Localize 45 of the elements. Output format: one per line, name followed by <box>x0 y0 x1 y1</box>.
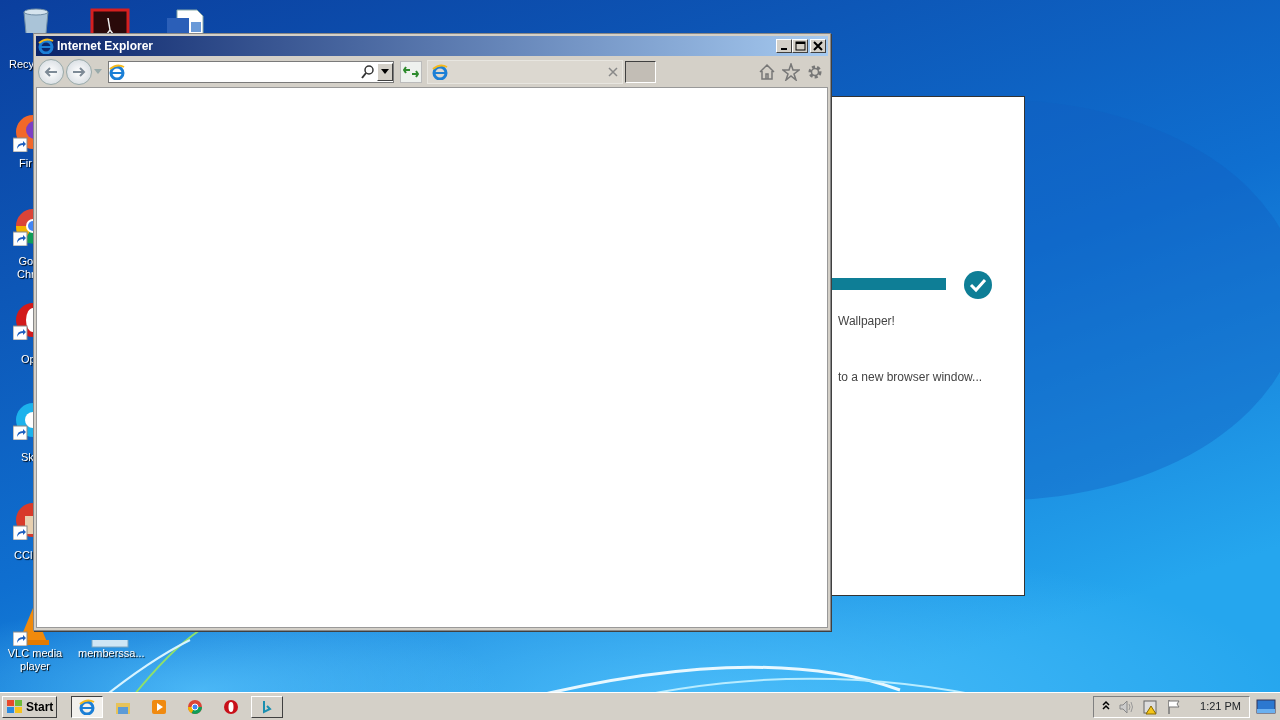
app-icon[interactable] <box>90 8 130 34</box>
icon-label: Go Chr <box>17 255 35 281</box>
left-arrow-icon <box>43 64 59 79</box>
search-icon[interactable] <box>361 64 375 79</box>
new-tab-button[interactable] <box>625 60 656 83</box>
maximize-button[interactable] <box>792 39 808 53</box>
start-button[interactable]: Start <box>2 695 58 718</box>
window-title: Internet Explorer <box>57 38 154 55</box>
network-warning-icon[interactable] <box>1142 698 1159 715</box>
back-button[interactable] <box>38 58 64 85</box>
icon-label: VLC media player <box>6 647 64 673</box>
page-icon <box>109 63 125 80</box>
play-icon <box>151 698 168 715</box>
browser-icon <box>38 38 54 54</box>
taskbar-app-button[interactable] <box>71 695 104 718</box>
status-text: Wallpaper! <box>838 313 895 330</box>
show-desktop-icon[interactable] <box>1256 698 1276 715</box>
caret-icon <box>381 69 389 74</box>
close-icon <box>812 41 824 51</box>
e-logo-icon <box>79 698 96 715</box>
status-text: to a new browser window... <box>838 369 983 386</box>
icon-label: CCl <box>14 549 33 562</box>
close-icon[interactable] <box>608 66 618 77</box>
star-icon[interactable] <box>782 62 800 81</box>
forward-button[interactable] <box>66 58 92 85</box>
close-button[interactable] <box>810 39 826 53</box>
clock[interactable]: 1:21 PM <box>1200 698 1241 715</box>
icon-label: Sk <box>21 451 34 464</box>
home-icon[interactable] <box>758 62 776 81</box>
flag-icon[interactable] <box>1166 698 1183 715</box>
circle-logo-icon <box>187 698 204 715</box>
o-logo-icon <box>223 698 240 715</box>
icon-label: Recy <box>9 58 35 71</box>
minimize-icon <box>781 48 787 50</box>
icon-label: Fir <box>19 157 32 170</box>
maximize-icon <box>794 41 806 51</box>
arrows-icon <box>403 64 419 79</box>
windows-logo-icon <box>6 698 24 715</box>
dropdown-button[interactable] <box>377 62 393 81</box>
refresh-button[interactable] <box>400 60 422 83</box>
page-icon <box>432 63 448 80</box>
address-field[interactable] <box>108 60 394 83</box>
minimize-button[interactable] <box>776 39 792 53</box>
icon-label: memberssa... <box>78 647 145 660</box>
right-arrow-icon <box>71 64 87 79</box>
